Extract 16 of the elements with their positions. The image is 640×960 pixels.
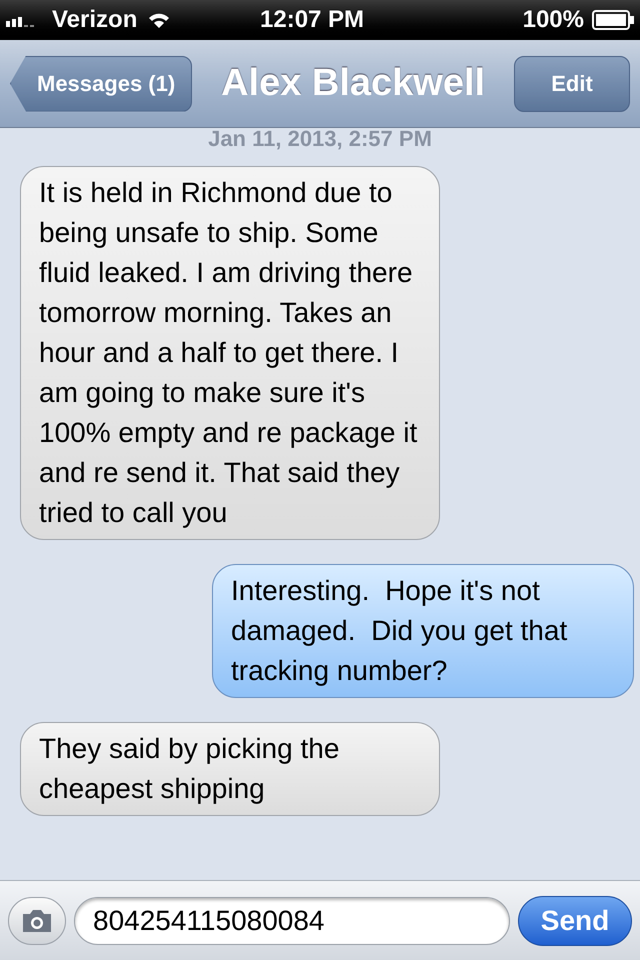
timestamp: Jan 11, 2013, 2:57 PM bbox=[207, 128, 433, 153]
back-button[interactable]: Messages (1) bbox=[10, 56, 192, 112]
sent-message-bubble: Interesting. Hope it's not damaged. Did you get that tracking number? bbox=[212, 564, 634, 698]
message-input[interactable]: 804254115080084 bbox=[74, 896, 510, 944]
wifi-icon bbox=[147, 11, 172, 29]
carrier-name: Verizon bbox=[52, 5, 138, 35]
edit-button[interactable]: Edit bbox=[514, 56, 630, 112]
send-button[interactable]: Send bbox=[518, 896, 632, 946]
clock-time: 12:07 PM bbox=[260, 5, 364, 35]
contact-name: Alex Blackwell bbox=[220, 61, 486, 106]
battery-percent: 100% bbox=[522, 5, 584, 35]
battery-icon bbox=[592, 10, 634, 30]
received-message-bubble: They said by picking the cheapest shipping bbox=[20, 722, 440, 816]
camera-icon bbox=[21, 908, 53, 934]
received-message-bubble: It is held in Richmond due to being unsafe to ship. Some fluid leaked. I am driving there tomorrow morning. Takes an hour and a half to get there. I am going to make sure it's 100% empty and re package it and re send it. That said they tried to call you bbox=[20, 166, 440, 540]
camera-button[interactable] bbox=[8, 896, 66, 944]
